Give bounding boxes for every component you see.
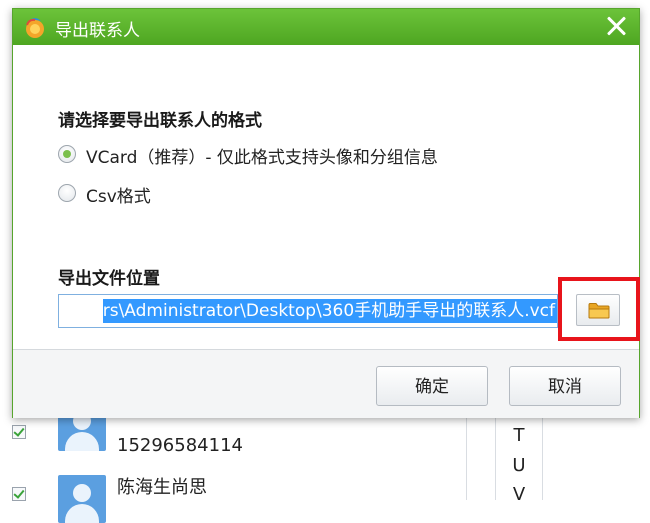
format-option-label: Csv格式 [86, 187, 151, 207]
index-letter[interactable]: U [496, 455, 542, 476]
export-path-text: rs\Administrator\Desktop\360手机助手导出的联系人.v… [102, 299, 557, 323]
contact-phone: 15296584114 [117, 435, 243, 456]
radio-unchecked-icon[interactable] [58, 184, 76, 202]
close-icon[interactable] [603, 13, 629, 39]
format-option-vcard[interactable]: VCard（推荐）- 仅此格式支持头像和分组信息 [58, 143, 498, 168]
confirm-button[interactable]: 确定 [376, 366, 488, 406]
dialog-titlebar[interactable]: 导出联系人 [13, 9, 639, 45]
browse-highlight-box [558, 277, 640, 341]
contact-name: 陈海生尚思 [117, 477, 207, 498]
export-contacts-dialog: 导出联系人 请选择要导出联系人的格式 VCard（推荐）- 仅此格式支持头像和分… [12, 8, 640, 418]
format-option-label: VCard（推荐）- 仅此格式支持头像和分组信息 [86, 148, 438, 168]
export-path-input[interactable]: rs\Administrator\Desktop\360手机助手导出的联系人.v… [58, 294, 558, 328]
radio-checked-icon[interactable] [58, 145, 76, 163]
app-logo-icon [26, 18, 44, 38]
index-letter[interactable]: T [496, 425, 542, 446]
dialog-footer: 确定 取消 [13, 349, 639, 418]
format-option-csv[interactable]: Csv格式 [58, 182, 178, 207]
contact-avatar [58, 475, 106, 523]
format-heading: 请选择要导出联系人的格式 [58, 111, 262, 131]
cancel-button[interactable]: 取消 [509, 366, 621, 406]
folder-icon [588, 303, 610, 319]
contact-checkbox[interactable] [12, 425, 26, 439]
dialog-title: 导出联系人 [55, 21, 140, 41]
location-heading: 导出文件位置 [58, 269, 160, 289]
contact-checkbox[interactable] [12, 487, 26, 501]
browse-folder-button[interactable] [576, 294, 620, 326]
index-letter[interactable]: V [496, 484, 542, 505]
